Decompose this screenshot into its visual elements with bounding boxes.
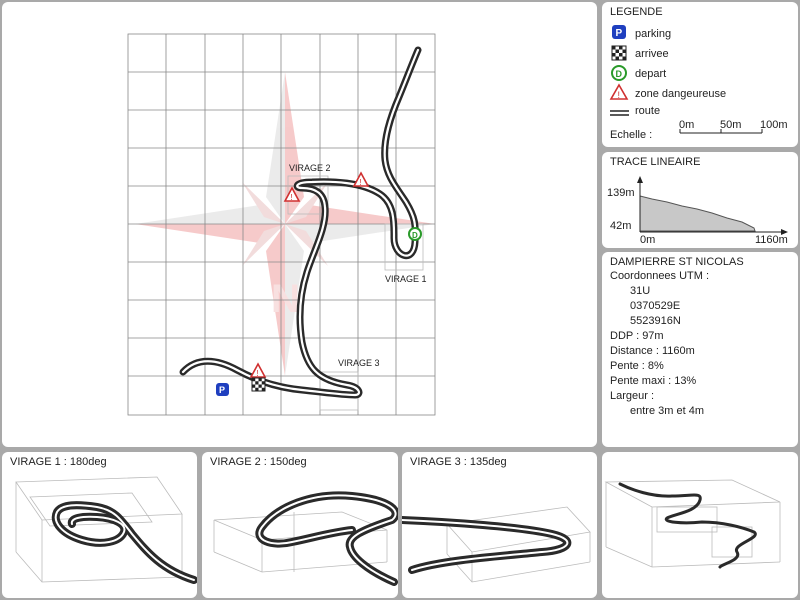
overview-3d-panel xyxy=(602,452,798,598)
scale-tick-0: 0m xyxy=(679,119,695,131)
danger-zone-icon: ! xyxy=(249,362,267,378)
legend-item-route: route xyxy=(635,105,661,117)
scale-tick-50: 50m xyxy=(720,119,742,131)
parking-icon: P xyxy=(216,383,229,396)
info-line: 0370529E xyxy=(630,300,681,312)
svg-text:!: ! xyxy=(360,178,362,187)
danger-zone-icon: ! xyxy=(609,83,629,100)
svg-text:P: P xyxy=(616,28,623,39)
overview-road xyxy=(618,482,757,569)
virage2-panel: VIRAGE 2 : 150deg xyxy=(202,452,398,598)
elevation-area xyxy=(639,195,756,232)
virage1-label: VIRAGE 1 xyxy=(385,274,427,284)
info-line: 5523916N xyxy=(630,315,681,327)
scale-tick-100: 100m xyxy=(760,119,788,131)
svg-text:D: D xyxy=(412,231,418,240)
info-line: Distance : 1160m xyxy=(610,345,695,357)
info-line: Coordonnees UTM : xyxy=(610,270,710,282)
info-line: Largeur : xyxy=(610,390,655,402)
profile-panel: TRACE LINEAIRE 139m 42m 0m 1160m xyxy=(602,152,798,248)
virage3-label: VIRAGE 3 xyxy=(338,358,380,368)
virage3-road xyxy=(402,516,572,574)
svg-text:!: ! xyxy=(257,369,259,378)
y-axis-arrow xyxy=(637,176,643,183)
profile-y-max: 139m xyxy=(607,187,635,199)
depart-icon: D xyxy=(611,65,627,81)
svg-text:N: N xyxy=(271,277,300,321)
route-symbol-icon xyxy=(610,110,629,116)
info-line: Pente maxi : 13% xyxy=(610,375,697,387)
svg-text:D: D xyxy=(616,69,623,79)
svg-text:P: P xyxy=(219,385,225,395)
virage2-label: VIRAGE 2 xyxy=(289,163,331,173)
legend-panel: LEGENDE P D ! parking arrivee depart zon… xyxy=(602,2,798,147)
legend-item-depart: depart xyxy=(635,68,667,80)
legend-item-parking: parking xyxy=(635,28,672,40)
info-panel: DAMPIERRE ST NICOLAS Coordonnees UTM : 3… xyxy=(602,252,798,447)
danger-zone-icon: ! xyxy=(352,171,370,187)
virage1-3d-view xyxy=(15,476,197,584)
info-line: DDP : 97m xyxy=(610,330,664,342)
arrivee-flag-icon xyxy=(251,377,266,392)
svg-text:!: ! xyxy=(618,90,621,100)
parking-icon: P xyxy=(612,25,626,39)
svg-text:!: ! xyxy=(291,193,293,202)
scale-label: Echelle : xyxy=(610,129,653,141)
overview-3d-view xyxy=(604,479,781,569)
info-line: 31U xyxy=(630,285,651,297)
virage3-panel: VIRAGE 3 : 135deg xyxy=(402,452,597,598)
profile-x-max: 1160m xyxy=(755,234,788,246)
virage1-panel: VIRAGE 1 : 180deg xyxy=(2,452,197,598)
virage1-box-wireframe xyxy=(15,476,183,583)
virage3-3d-view xyxy=(402,506,591,583)
virage2-3d-view xyxy=(213,491,398,586)
profile-x-min: 0m xyxy=(640,234,656,246)
legend-item-danger: zone dangeureuse xyxy=(635,88,727,100)
info-line: Pente : 8% xyxy=(610,360,664,372)
location-name: DAMPIERRE ST NICOLAS xyxy=(610,256,744,268)
info-line: entre 3m et 4m xyxy=(630,405,704,417)
map-panel: N ! ! ! D P VIRAGE 2 VIRAGE 1 VIRAGE 3 xyxy=(2,2,597,447)
legend-item-arrivee: arrivee xyxy=(635,48,669,60)
depart-icon: D xyxy=(408,227,422,241)
profile-y-min: 42m xyxy=(610,220,632,232)
arrivee-flag-icon xyxy=(611,45,627,61)
map-canvas: N ! ! ! D P xyxy=(127,33,436,416)
